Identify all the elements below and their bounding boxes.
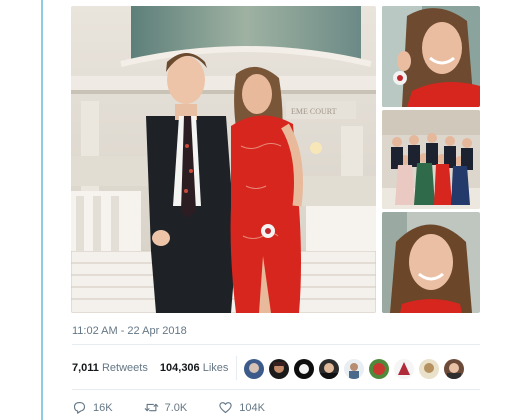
avatar-8[interactable] xyxy=(419,359,439,379)
avatar-5[interactable] xyxy=(344,359,364,379)
reply-count: 16K xyxy=(93,401,113,414)
reply-icon xyxy=(73,401,86,414)
tweet-timestamp[interactable]: 11:02 AM - 22 Apr 2018 xyxy=(72,325,187,337)
likes-stat[interactable]: 104,306 Likes xyxy=(160,362,229,374)
likes-label: Likes xyxy=(202,362,229,374)
timeline-border xyxy=(41,0,43,420)
heart-icon xyxy=(219,402,232,414)
divider-bottom xyxy=(72,389,480,390)
avatar-2[interactable] xyxy=(269,359,289,379)
avatar-1[interactable] xyxy=(244,359,264,379)
tweet-card: EME COURT 11:02 AM - 22 Apr 2018 7,011 R… xyxy=(58,0,510,420)
retweets-label: Retweets xyxy=(101,362,148,374)
retweet-icon xyxy=(144,403,158,412)
tweet-stats: 7,011 Retweets 104,306 Likes xyxy=(72,362,237,374)
avatar-3[interactable] xyxy=(294,359,314,379)
liked-by-avatars xyxy=(244,359,464,379)
retweet-button[interactable]: 7.0K xyxy=(144,400,188,415)
avatar-4[interactable] xyxy=(319,359,339,379)
portrait-photo-closeup xyxy=(382,212,480,313)
tweet-photo-2[interactable] xyxy=(382,6,480,107)
svg-text:EME COURT: EME COURT xyxy=(291,107,337,116)
reply-button[interactable]: 16K xyxy=(72,400,113,415)
prom-couple-photo: EME COURT xyxy=(71,6,376,313)
avatar-9[interactable] xyxy=(444,359,464,379)
retweets-stat[interactable]: 7,011 Retweets xyxy=(72,362,148,374)
likes-count: 104,306 xyxy=(159,362,200,374)
tweet-photo-main[interactable]: EME COURT xyxy=(71,6,376,313)
stats-separator xyxy=(236,356,237,380)
divider-top xyxy=(72,344,480,345)
tweet-photo-4[interactable] xyxy=(382,212,480,313)
tweet-photo-3[interactable] xyxy=(382,110,480,209)
portrait-photo-smile xyxy=(382,6,480,107)
avatar-7[interactable] xyxy=(394,359,414,379)
retweets-count: 7,011 xyxy=(72,362,99,374)
tweet-actions: 16K 7.0K 104K xyxy=(72,400,265,415)
like-button[interactable]: 104K xyxy=(218,400,265,415)
retweet-count: 7.0K xyxy=(164,401,188,414)
like-count: 104K xyxy=(239,401,265,414)
group-photo xyxy=(382,110,480,209)
avatar-6[interactable] xyxy=(369,359,389,379)
